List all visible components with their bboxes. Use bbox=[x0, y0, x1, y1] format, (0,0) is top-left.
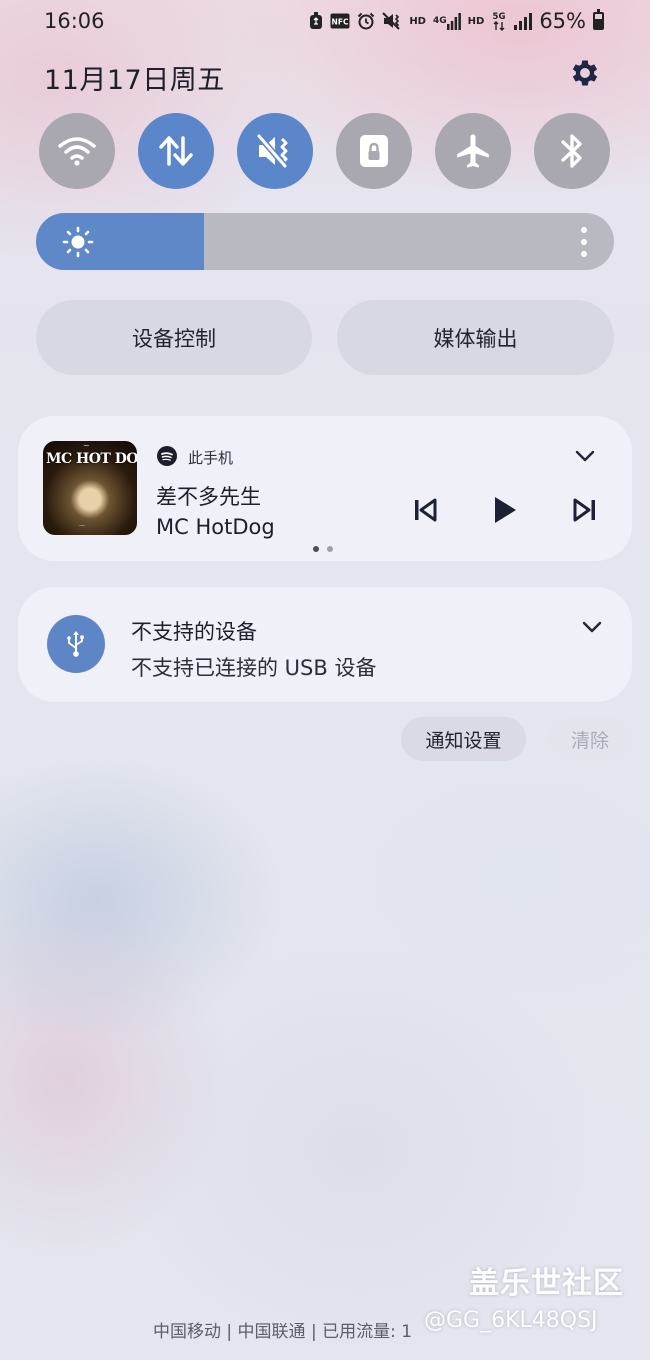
play-button[interactable] bbox=[487, 493, 521, 527]
hd-volte-icon: HD bbox=[467, 15, 485, 27]
album-art-script: ~ bbox=[83, 441, 90, 450]
4g-label: 4G bbox=[432, 15, 447, 26]
nfc-icon: NFC bbox=[330, 10, 350, 32]
5g-data-icon: 5G bbox=[491, 10, 507, 32]
spotify-icon bbox=[157, 446, 177, 466]
sun-icon bbox=[62, 226, 94, 258]
chevron-down-icon[interactable] bbox=[580, 615, 604, 639]
page-dot bbox=[313, 546, 319, 552]
device-control-button[interactable]: 设备控制 bbox=[36, 300, 312, 375]
status-icons: NFC HD 4G HD 5G 65% bbox=[309, 9, 604, 33]
brightness-slider[interactable] bbox=[36, 213, 614, 270]
media-source: 此手机 bbox=[188, 449, 234, 467]
toggle-rotation-lock[interactable] bbox=[336, 113, 412, 189]
album-art-text: MC HOT DOG bbox=[46, 451, 137, 467]
airplane-icon bbox=[457, 134, 489, 168]
media-output-button[interactable]: 媒体输出 bbox=[337, 300, 614, 375]
notification-text: 不支持已连接的 USB 设备 bbox=[131, 656, 377, 680]
quick-toggles bbox=[39, 113, 611, 189]
more-options-icon[interactable] bbox=[580, 227, 588, 257]
track-title: 差不多先生 bbox=[156, 485, 261, 509]
date: 11月17日周五 bbox=[44, 65, 225, 96]
skip-previous-icon bbox=[415, 498, 437, 522]
4g-signal-icon: 4G bbox=[433, 10, 461, 32]
toggle-wifi[interactable] bbox=[39, 113, 115, 189]
watermark-user: @GG_6KL48QSJ bbox=[424, 1308, 598, 1333]
battery-level bbox=[595, 18, 602, 28]
recycle-icon bbox=[309, 10, 323, 32]
toggle-airplane-mode[interactable] bbox=[435, 113, 511, 189]
status-bar: 16:06 NFC HD 4G HD 5G 65% bbox=[0, 0, 650, 44]
previous-track-button[interactable] bbox=[408, 493, 442, 527]
play-icon bbox=[495, 497, 516, 523]
gear-icon bbox=[572, 60, 598, 86]
svg-text:5G: 5G bbox=[493, 12, 506, 22]
album-art-foot: — bbox=[79, 522, 85, 529]
clear-button[interactable]: 清除 bbox=[548, 717, 632, 761]
media-page-indicator bbox=[313, 546, 333, 552]
lock-icon bbox=[360, 135, 388, 167]
carrier-info: 中国移动 | 中国联通 | 已用流量: 1 bbox=[153, 1322, 413, 1342]
bluetooth-icon bbox=[561, 134, 582, 168]
svg-text:NFC: NFC bbox=[332, 18, 349, 27]
toggle-bluetooth[interactable] bbox=[534, 113, 610, 189]
album-art[interactable]: ~ MC HOT DOG — bbox=[43, 441, 137, 535]
battery-icon bbox=[593, 9, 604, 30]
hd-volte-icon: HD bbox=[409, 15, 426, 27]
vibrate-mute-icon bbox=[256, 134, 288, 168]
watermark-brand: 盖乐世社区 bbox=[469, 1266, 624, 1301]
toggle-mobile-data[interactable] bbox=[138, 113, 214, 189]
alarm-icon bbox=[357, 10, 375, 32]
battery-percent: 65% bbox=[539, 9, 586, 33]
media-player-card[interactable]: ~ MC HOT DOG — 此手机 差不多先生 MC HotDog bbox=[18, 416, 632, 561]
toggle-sound-mode[interactable] bbox=[237, 113, 313, 189]
settings-button[interactable] bbox=[566, 54, 604, 92]
skip-next-icon bbox=[573, 498, 595, 522]
status-time: 16:06 bbox=[44, 9, 105, 33]
data-arrows-icon bbox=[159, 136, 193, 166]
usb-notification[interactable]: 不支持的设备 不支持已连接的 USB 设备 bbox=[18, 587, 632, 702]
track-artist: MC HotDog bbox=[156, 515, 275, 539]
page-dot bbox=[327, 546, 333, 552]
next-track-button[interactable] bbox=[568, 493, 602, 527]
chevron-down-icon[interactable] bbox=[573, 444, 597, 468]
notification-title: 不支持的设备 bbox=[131, 620, 257, 644]
signal-icon bbox=[514, 10, 533, 32]
vibrate-mute-icon bbox=[382, 10, 402, 32]
wifi-icon bbox=[58, 137, 96, 166]
usb-icon bbox=[47, 615, 105, 673]
notification-settings-button[interactable]: 通知设置 bbox=[401, 717, 526, 761]
